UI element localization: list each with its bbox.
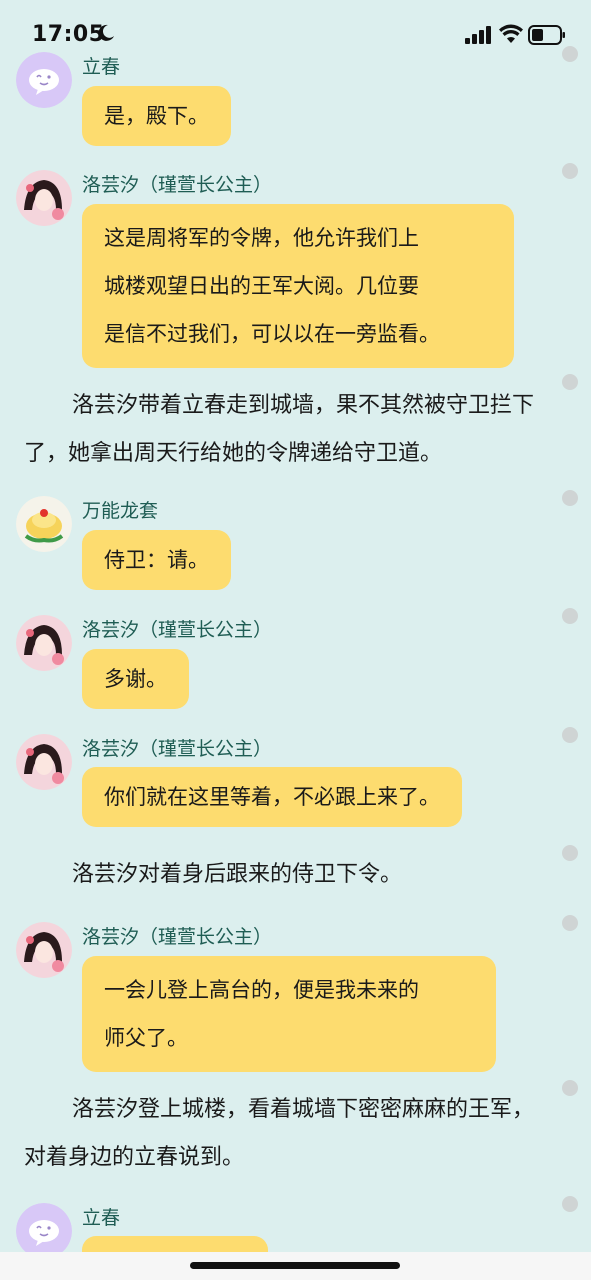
bubble-line: 师父了。 <box>104 1026 188 1050</box>
bubble-line: 侍卫：请。 <box>104 548 209 572</box>
bubble-line: 你们就在这里等着，不必跟上来了。 <box>104 785 440 809</box>
avatar-princess[interactable] <box>16 615 72 671</box>
wifi-icon <box>499 24 523 43</box>
speaker-name: 洛芸汐（瑾萱长公主） <box>82 926 273 948</box>
message-dot[interactable] <box>562 845 578 861</box>
speaker-name: 洛芸汐（瑾萱长公主） <box>82 619 273 641</box>
message-dot[interactable] <box>562 1196 578 1212</box>
speaker-name: 洛芸汐（瑾萱长公主） <box>82 174 273 196</box>
narration-text: 洛芸汐对着身后跟来的侍卫下令。 <box>72 862 403 887</box>
message-dot[interactable] <box>562 608 578 624</box>
narration-text: 洛芸汐登上城楼，看着城墙下密密麻麻的王军，对着身边的立春说到。 <box>24 1097 535 1170</box>
speaker-name: 立春 <box>82 56 121 78</box>
bubble-line: 多谢。 <box>104 667 167 691</box>
chat-bubble[interactable]: 一会儿登上高台的，便是我未来的 师父了。 <box>82 956 496 1072</box>
message-dot[interactable] <box>562 1080 578 1096</box>
status-bar: 17:05 <box>0 0 591 60</box>
home-indicator[interactable] <box>190 1262 400 1269</box>
avatar-extra[interactable] <box>16 496 72 552</box>
cellular-signal-icon <box>465 26 491 44</box>
battery-icon <box>528 25 565 45</box>
chat-bubble[interactable]: 你们就在这里等着，不必跟上来了。 <box>82 767 462 827</box>
chat-bubble[interactable]: 多谢。 <box>82 649 189 709</box>
status-time: 17:05 <box>32 22 105 47</box>
bubble-line: 城楼观望日出的王军大阅。几位要 <box>104 274 419 298</box>
message-dot[interactable] <box>562 490 578 506</box>
speaker-name: 洛芸汐（瑾萱长公主） <box>82 738 273 760</box>
narration-text: 洛芸汐带着立春走到城墙，果不其然被守卫拦下了，她拿出周天行给她的令牌递给守卫道。 <box>24 393 535 466</box>
bubble-line: 一会儿登上高台的，便是我未来的 <box>104 978 419 1002</box>
bubble-line: 是信不过我们，可以以在一旁监看。 <box>104 322 440 346</box>
message-dot[interactable] <box>562 915 578 931</box>
chat-bubble[interactable]: 这是周将军的令牌，他允许我们上 城楼观望日出的王军大阅。几位要 是信不过我们，可… <box>82 204 514 368</box>
chat-bubble[interactable]: 是，殿下。 <box>82 86 231 146</box>
moon-icon <box>98 24 114 41</box>
bubble-line: 这是周将军的令牌，他允许我们上 <box>104 226 419 250</box>
chat-bubble[interactable]: 侍卫：请。 <box>82 530 231 590</box>
message-dot[interactable] <box>562 46 578 62</box>
bubble-line: 是，殿下。 <box>104 104 209 128</box>
avatar-princess[interactable] <box>16 170 72 226</box>
speaker-name: 万能龙套 <box>82 500 159 522</box>
avatar-lichun[interactable] <box>16 52 72 108</box>
speaker-name: 立春 <box>82 1207 121 1229</box>
message-dot[interactable] <box>562 374 578 390</box>
avatar-princess[interactable] <box>16 922 72 978</box>
message-dot[interactable] <box>562 163 578 179</box>
avatar-princess[interactable] <box>16 734 72 790</box>
message-dot[interactable] <box>562 727 578 743</box>
avatar-lichun[interactable] <box>16 1203 72 1259</box>
